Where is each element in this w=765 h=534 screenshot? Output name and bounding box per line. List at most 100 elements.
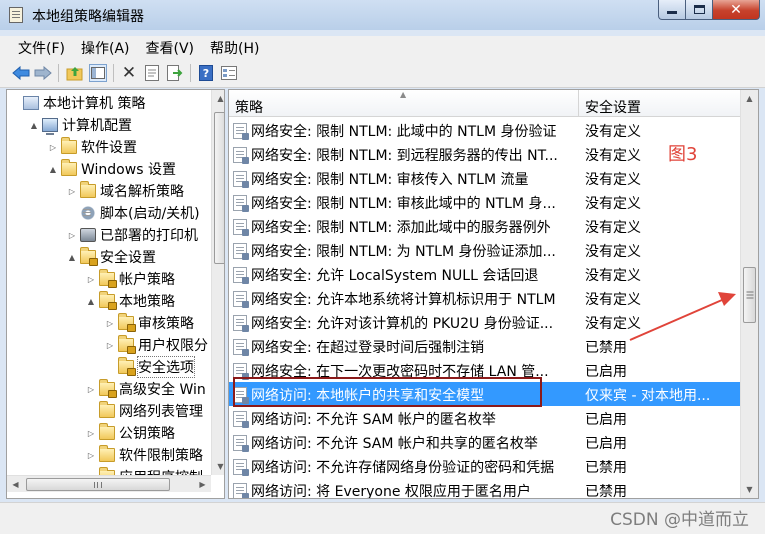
- tree-node[interactable]: ▲ 安全设置: [66, 246, 156, 268]
- tree-node[interactable]: ▷ 软件限制策略: [85, 444, 203, 466]
- scroll-right-icon[interactable]: ▶: [194, 476, 211, 493]
- menu-file[interactable]: 文件(F): [10, 36, 73, 58]
- close-button[interactable]: ✕: [713, 0, 760, 20]
- policy-icon: [233, 147, 249, 164]
- table-row[interactable]: 网络安全: 限制 NTLM: 审核此域中的 NTLM 身... 没有定义: [229, 190, 740, 214]
- show-hide-tree-icon[interactable]: [89, 64, 107, 82]
- policy-cell: 网络访问: 不允许存储网络身份验证的密码和凭据: [233, 457, 577, 477]
- printer-icon: [80, 228, 96, 242]
- table-row[interactable]: 网络安全: 限制 NTLM: 添加此域中的服务器例外 没有定义: [229, 214, 740, 238]
- expand-icon[interactable]: ▷: [85, 429, 97, 438]
- table-row[interactable]: 网络安全: 允许对该计算机的 PKU2U 身份验证... 没有定义: [229, 310, 740, 334]
- title-bar[interactable]: 本地组策略编辑器 ✕: [0, 0, 765, 30]
- minimize-button[interactable]: [658, 0, 686, 20]
- menu-view[interactable]: 查看(V): [138, 36, 203, 58]
- tree-node[interactable]: ▲ 本地策略: [85, 290, 175, 312]
- tree-node[interactable]: ▷ 已部署的打印机: [66, 224, 198, 246]
- policy-cell: 网络访问: 不允许 SAM 帐户的匿名枚举: [233, 409, 577, 429]
- policy-name: 网络访问: 不允许 SAM 帐户的匿名枚举: [251, 412, 496, 428]
- toolbar-separator: [113, 64, 114, 82]
- expand-icon[interactable]: ▷: [104, 319, 116, 328]
- tree-node[interactable]: ▷ 高级安全 Win: [85, 378, 206, 400]
- tree-node[interactable]: ▷ 软件设置: [47, 136, 137, 158]
- collapse-icon[interactable]: ▲: [85, 297, 97, 306]
- tree-hscroll-thumb[interactable]: [26, 478, 170, 491]
- list-scroll-thumb[interactable]: [743, 267, 756, 323]
- folder-lock-icon: [118, 335, 136, 354]
- tree-node-label: 安全选项: [137, 356, 195, 378]
- table-row[interactable]: 网络安全: 限制 NTLM: 此域中的 NTLM 身份验证 没有定义: [229, 118, 740, 142]
- tree-scroll-thumb[interactable]: [214, 112, 224, 264]
- scroll-left-icon[interactable]: ◀: [7, 476, 24, 493]
- expand-icon[interactable]: ▷: [66, 231, 78, 240]
- tree-horizontal-scrollbar[interactable]: ◀ ▶: [7, 475, 211, 492]
- table-row[interactable]: 网络访问: 不允许存储网络身份验证的密码和凭据 已禁用: [229, 454, 740, 478]
- scroll-up-icon[interactable]: ▲: [741, 90, 758, 107]
- forward-arrow-icon[interactable]: [34, 64, 52, 82]
- up-folder-icon[interactable]: [66, 64, 84, 82]
- tree-node[interactable]: ▷ 帐户策略: [85, 268, 175, 290]
- menu-action[interactable]: 操作(A): [73, 36, 138, 58]
- policy-icon: [233, 339, 249, 356]
- expand-icon[interactable]: ▷: [85, 385, 97, 394]
- menu-help[interactable]: 帮助(H): [202, 36, 267, 58]
- table-row[interactable]: 网络安全: 限制 NTLM: 到远程服务器的传出 NT... 没有定义: [229, 142, 740, 166]
- security-setting-value: 已禁用: [585, 460, 627, 476]
- table-row[interactable]: 网络安全: 在超过登录时间后强制注销 已禁用: [229, 334, 740, 358]
- policy-icon: [233, 219, 249, 236]
- collapse-icon[interactable]: ▲: [47, 165, 59, 174]
- back-arrow-icon[interactable]: [12, 64, 30, 82]
- table-row[interactable]: 网络安全: 允许本地系统将计算机标识用于 NTLM 没有定义: [229, 286, 740, 310]
- expand-icon[interactable]: ▷: [85, 451, 97, 460]
- tree-node[interactable]: ▷ 域名解析策略: [66, 180, 184, 202]
- table-row[interactable]: 网络访问: 将 Everyone 权限应用于匿名用户 已禁用: [229, 478, 740, 498]
- policy-name: 网络安全: 允许 LocalSystem NULL 会话回退: [251, 268, 539, 284]
- expand-icon[interactable]: ▷: [85, 275, 97, 284]
- tree-node[interactable]: ▲ 计算机配置: [28, 114, 132, 136]
- policy-icon: [233, 435, 249, 452]
- table-row[interactable]: 网络安全: 限制 NTLM: 为 NTLM 身份验证添加... 没有定义: [229, 238, 740, 262]
- tree-node[interactable]: 安全选项: [104, 356, 195, 378]
- table-row[interactable]: 网络访问: 不允许 SAM 帐户的匿名枚举 已启用: [229, 406, 740, 430]
- properties-icon[interactable]: [143, 64, 161, 82]
- maximize-button[interactable]: [686, 0, 713, 20]
- scroll-down-icon[interactable]: ▼: [741, 481, 758, 498]
- policy-cell: 网络访问: 不允许 SAM 帐户和共享的匿名枚举: [233, 433, 577, 453]
- tree-node-label: 计算机配置: [62, 118, 132, 134]
- expand-icon[interactable]: ▷: [104, 341, 116, 350]
- policy-icon: [233, 243, 249, 260]
- column-header-setting[interactable]: 安全设置: [579, 90, 740, 117]
- expand-icon[interactable]: ▷: [47, 143, 59, 152]
- security-setting-value: 已禁用: [585, 340, 627, 356]
- app-icon[interactable]: [9, 7, 23, 23]
- table-row[interactable]: 网络安全: 允许 LocalSystem NULL 会话回退 没有定义: [229, 262, 740, 286]
- tree-node[interactable]: 本地计算机 策略: [9, 92, 145, 114]
- tree-vertical-scrollbar[interactable]: ▲ ▼: [211, 90, 224, 475]
- column-header-policy-label: 策略: [235, 100, 263, 116]
- collapse-icon[interactable]: ▲: [28, 121, 40, 130]
- view-icon[interactable]: [220, 64, 238, 82]
- expand-icon[interactable]: ▷: [66, 187, 78, 196]
- help-icon[interactable]: ?: [197, 64, 215, 82]
- tree-node[interactable]: 脚本(启动/关机): [66, 202, 200, 224]
- tree-node[interactable]: ▷ 审核策略: [104, 312, 194, 334]
- tree-node[interactable]: 网络列表管理: [85, 400, 203, 422]
- menu-bar: 文件(F) 操作(A) 查看(V) 帮助(H): [0, 36, 765, 58]
- delete-icon[interactable]: ✕: [120, 63, 138, 83]
- collapse-icon[interactable]: ▲: [66, 253, 78, 262]
- tree-node-label: 本地策略: [119, 294, 175, 310]
- scroll-down-icon[interactable]: ▼: [212, 458, 224, 475]
- policy-icon: [233, 459, 249, 476]
- column-header-policy[interactable]: ▲ 策略: [229, 90, 579, 117]
- table-row[interactable]: 网络访问: 不允许 SAM 帐户和共享的匿名枚举 已启用: [229, 430, 740, 454]
- scroll-up-icon[interactable]: ▲: [212, 90, 224, 107]
- tree-node[interactable]: ▲ Windows 设置: [47, 158, 176, 180]
- policy-cell: 网络安全: 允许 LocalSystem NULL 会话回退: [233, 265, 577, 285]
- minimize-icon: [667, 11, 677, 14]
- export-list-icon[interactable]: [166, 64, 184, 82]
- table-row[interactable]: 网络安全: 限制 NTLM: 审核传入 NTLM 流量 没有定义: [229, 166, 740, 190]
- list-vertical-scrollbar[interactable]: ▲ ▼: [740, 90, 758, 498]
- tree-node[interactable]: ▷ 用户权限分: [104, 334, 208, 356]
- tree-node[interactable]: ▷ 公钥策略: [85, 422, 175, 444]
- security-setting-value: 已启用: [585, 412, 627, 428]
